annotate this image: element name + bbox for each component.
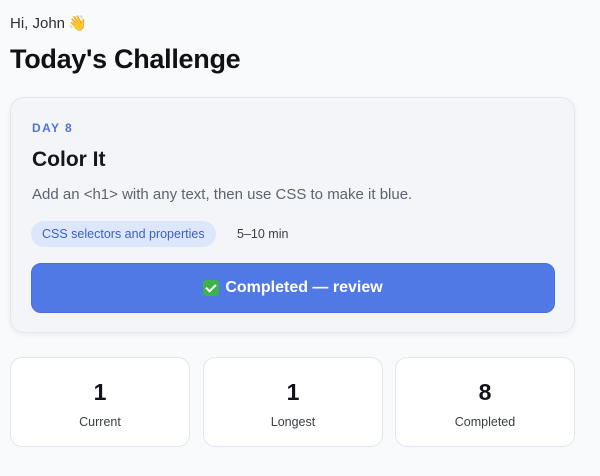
challenge-title: Color It — [32, 148, 106, 171]
stat-label: Current — [79, 415, 121, 429]
stat-card-completed: 8 Completed — [395, 357, 575, 447]
challenge-description: Add an <h1> with any text, then use CSS … — [32, 186, 413, 203]
stat-value: 8 — [478, 379, 492, 405]
greeting: Hi, John 👋 — [10, 14, 87, 32]
waving-hand-icon: 👋 — [68, 15, 87, 32]
stat-value: 1 — [93, 379, 107, 405]
greeting-text: Hi, John — [10, 15, 66, 32]
day-label: DAY 8 — [32, 121, 74, 135]
page: Hi, John 👋 Today's Challenge DAY 8 Color … — [0, 0, 600, 476]
stat-label: Longest — [270, 415, 316, 429]
stat-card-current: 1 Current — [10, 357, 190, 447]
completed-review-label: Completed — review — [225, 279, 383, 296]
stat-label: Completed — [454, 415, 516, 429]
stat-value: 1 — [286, 379, 300, 405]
page-title: Today's Challenge — [10, 44, 241, 74]
challenge-card: DAY 8 Color It Add an <h1> with any text… — [10, 97, 575, 333]
duration-text: 5–10 min — [237, 227, 289, 241]
check-mark-icon — [203, 280, 220, 296]
streak-stats: 1 Current 1 Longest 8 Completed — [10, 357, 576, 447]
completed-review-button[interactable]: Completed — review — [31, 263, 555, 313]
stat-card-longest: 1 Longest — [203, 357, 383, 447]
topic-tag: CSS selectors and properties — [31, 221, 216, 247]
